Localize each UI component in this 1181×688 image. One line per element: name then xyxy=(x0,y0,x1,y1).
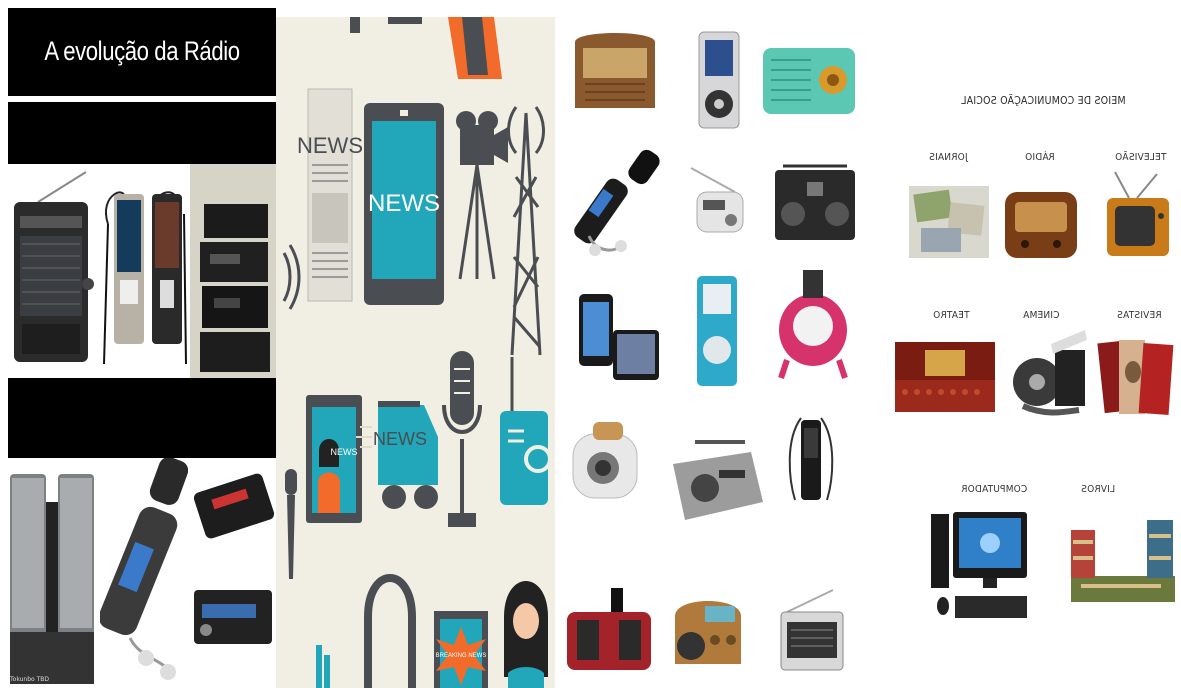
old-radio-image xyxy=(1005,192,1077,258)
pink-speaker-dock xyxy=(778,270,848,379)
news-icons-illustration: NEWS NEWS NEWS NEWS BREAKING NEWS xyxy=(282,17,552,688)
signal-icon xyxy=(282,244,301,310)
speakers-photo: Tokunbo TBD xyxy=(8,462,96,688)
tv-presenter-label: NEWS xyxy=(331,447,358,457)
radio-icon xyxy=(500,357,552,505)
boombox xyxy=(775,164,855,240)
breaking-news-icon: BREAKING NEWS xyxy=(434,611,488,688)
headphones-icon xyxy=(364,574,416,688)
sony-walkman xyxy=(788,417,834,501)
magazines-image xyxy=(1097,340,1174,415)
ipod-mini xyxy=(697,276,737,386)
computer-image xyxy=(931,512,1027,618)
books-image xyxy=(1071,520,1175,602)
car-stereo-photo xyxy=(190,458,276,688)
iphone-devices xyxy=(579,294,659,380)
audio-devices-grid xyxy=(567,31,855,671)
radio-evolution-panel: A evolução da Rádio Tokunbo TBD xyxy=(0,0,276,688)
news-icons-panel: NEWS NEWS NEWS NEWS BREAKING NEWS xyxy=(276,17,555,688)
black-band xyxy=(8,102,276,164)
radio-stack-photo xyxy=(190,164,276,378)
usb-mp3-player xyxy=(574,149,660,256)
pocket-radio-photo xyxy=(8,164,96,378)
collage: A evolução da Rádio Tokunbo TBD NEWS NEW… xyxy=(0,0,1181,688)
ipod-dock-speaker xyxy=(567,588,651,670)
tablet-label: NEWS xyxy=(368,190,440,217)
audio-devices-panel xyxy=(555,0,865,688)
usb-mp3-photo xyxy=(100,458,188,688)
news-van-icon: NEWS xyxy=(356,401,438,509)
cinema-image xyxy=(1013,330,1087,416)
panel-title: A evolução da Rádio xyxy=(44,36,240,66)
theatre-image xyxy=(895,342,995,412)
old-tv-image xyxy=(1107,171,1169,256)
breaking-news-label: BREAKING NEWS xyxy=(436,653,487,659)
ipod-classic xyxy=(698,31,740,129)
media-types-panel: MEIOS DE COMUNICAÇÃO SOCIAL TELEVISÃO RÁ… xyxy=(865,0,1181,688)
watermark: Tokunbo TBD xyxy=(10,676,49,683)
newspaper-label: NEWS xyxy=(297,133,363,158)
toaster-radio xyxy=(572,422,638,499)
tv-presenter-icon: NEWS xyxy=(306,395,362,523)
video-camera-icon xyxy=(456,111,508,280)
retro-transistor-radio xyxy=(780,589,844,671)
steampunk-radio xyxy=(675,601,741,664)
newspaper-icon: NEWS xyxy=(297,88,363,302)
van-label: NEWS xyxy=(373,429,427,449)
teal-radio xyxy=(763,48,855,114)
media-players-photo xyxy=(98,164,190,378)
cd-boombox xyxy=(673,440,763,520)
reporter-icon xyxy=(504,581,548,688)
tablet-icon: NEWS xyxy=(364,103,444,305)
vintage-radio xyxy=(575,33,655,108)
studio-microphone-icon xyxy=(442,351,482,527)
media-types-images xyxy=(895,171,1175,618)
portable-radio xyxy=(690,167,744,233)
black-band xyxy=(8,378,276,458)
newspapers-image xyxy=(909,186,989,258)
handheld-microphone-icon xyxy=(285,469,297,579)
